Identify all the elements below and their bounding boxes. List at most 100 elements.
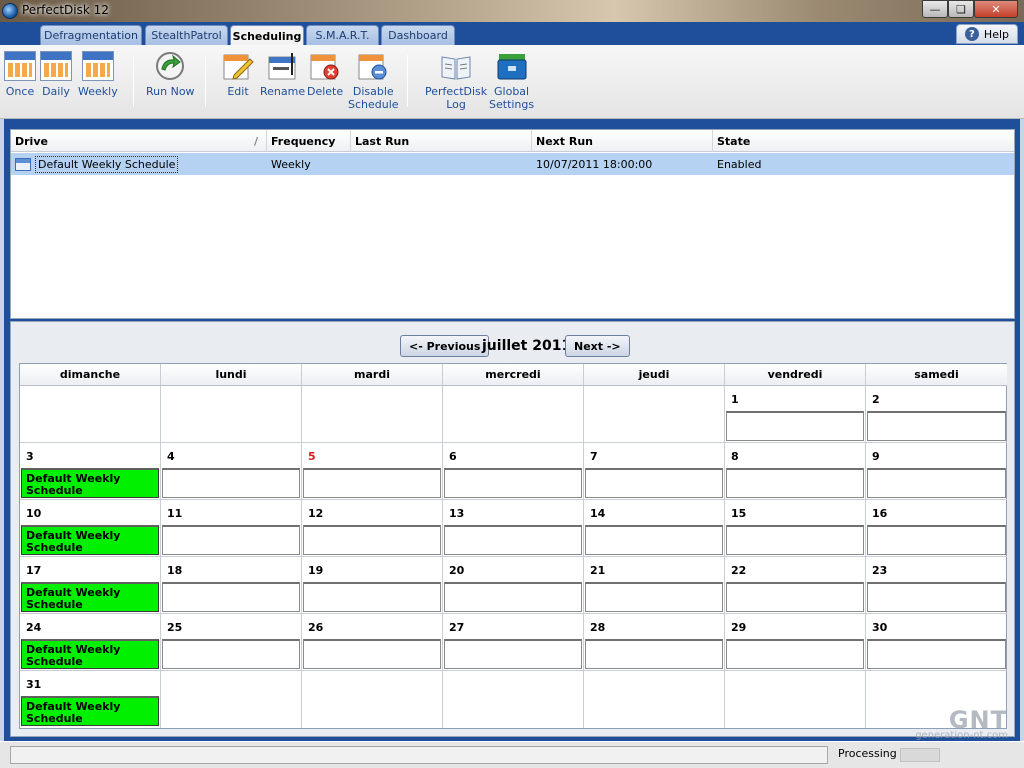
day-slot[interactable] — [585, 639, 723, 669]
day-slot[interactable] — [162, 468, 300, 498]
disable-schedule-button[interactable]: Disable Schedule — [348, 51, 399, 111]
next-month-button[interactable]: Next -> — [565, 335, 630, 357]
calendar-empty-cell — [161, 386, 302, 443]
day-slot[interactable] — [585, 468, 723, 498]
settings-toolbox-icon — [496, 51, 528, 81]
day-slot[interactable] — [726, 411, 864, 441]
calendar-day[interactable]: 2 — [866, 386, 1007, 443]
calendar-day[interactable]: 21 — [584, 557, 725, 614]
tab-scheduling[interactable]: Scheduling — [230, 25, 304, 46]
tab-dashboard[interactable]: Dashboard — [381, 25, 455, 45]
rename-label: Rename — [260, 85, 306, 98]
schedule-event[interactable]: Default Weekly Schedule — [21, 468, 159, 498]
previous-month-button[interactable]: <- Previous — [400, 335, 490, 357]
perfectdisk-log-button[interactable]: PerfectDisk Log — [425, 51, 487, 111]
calendar-day[interactable]: 26 — [302, 614, 443, 671]
day-number: 28 — [590, 621, 606, 634]
delete-icon — [309, 51, 341, 81]
calendar-day[interactable]: 22 — [725, 557, 866, 614]
schedule-event[interactable]: Default Weekly Schedule — [21, 696, 159, 726]
calendar-day[interactable]: 24 Default Weekly Schedule — [20, 614, 161, 671]
day-slot[interactable] — [444, 468, 582, 498]
column-next-run[interactable]: Next Run — [532, 130, 713, 152]
day-slot[interactable] — [303, 468, 441, 498]
calendar-day[interactable]: 28 — [584, 614, 725, 671]
rename-button[interactable]: Rename — [260, 51, 305, 98]
tab-defragmentation[interactable]: Defragmentation — [40, 25, 142, 45]
calendar-day[interactable]: 7 — [584, 443, 725, 500]
calendar-day[interactable]: 4 — [161, 443, 302, 500]
calendar-day[interactable]: 16 — [866, 500, 1007, 557]
run-now-button[interactable]: Run Now — [146, 51, 195, 98]
calendar-day[interactable]: 30 — [866, 614, 1007, 671]
calendar-day[interactable]: 15 — [725, 500, 866, 557]
day-header-sunday: dimanche — [20, 364, 161, 386]
day-slot[interactable] — [444, 582, 582, 612]
calendar-once-icon — [4, 51, 36, 81]
calendar-day[interactable]: 11 — [161, 500, 302, 557]
day-slot[interactable] — [444, 639, 582, 669]
calendar-weekly-icon — [81, 51, 114, 81]
calendar-day[interactable]: 27 — [443, 614, 584, 671]
calendar-day[interactable]: 25 — [161, 614, 302, 671]
edit-button[interactable]: Edit — [222, 51, 254, 98]
column-frequency[interactable]: Frequency — [267, 130, 351, 152]
day-slot[interactable] — [867, 582, 1006, 612]
calendar-day[interactable]: 18 — [161, 557, 302, 614]
calendar-day[interactable]: 6 — [443, 443, 584, 500]
calendar-day[interactable]: 19 — [302, 557, 443, 614]
day-slot[interactable] — [585, 582, 723, 612]
once-button[interactable]: Once — [4, 51, 36, 98]
calendar-day[interactable]: 29 — [725, 614, 866, 671]
day-slot[interactable] — [303, 525, 441, 555]
minimize-button[interactable]: — — [922, 0, 948, 18]
column-state[interactable]: State — [713, 130, 1015, 152]
day-slot[interactable] — [867, 411, 1006, 441]
tab-stealthpatrol[interactable]: StealthPatrol — [145, 25, 228, 45]
calendar-day[interactable]: 12 — [302, 500, 443, 557]
day-slot[interactable] — [867, 525, 1006, 555]
calendar-day[interactable]: 20 — [443, 557, 584, 614]
calendar-day[interactable]: 1 — [725, 386, 866, 443]
schedule-event[interactable]: Default Weekly Schedule — [21, 639, 159, 669]
tab-smart[interactable]: S.M.A.R.T. — [306, 25, 379, 45]
calendar-day-today[interactable]: 5 — [302, 443, 443, 500]
day-slot[interactable] — [162, 639, 300, 669]
day-slot[interactable] — [444, 525, 582, 555]
calendar-day[interactable]: 17 Default Weekly Schedule — [20, 557, 161, 614]
calendar-day[interactable]: 3 Default Weekly Schedule — [20, 443, 161, 500]
calendar-day[interactable]: 13 — [443, 500, 584, 557]
weekly-button[interactable]: Weekly — [78, 51, 118, 98]
day-slot[interactable] — [867, 639, 1006, 669]
day-slot[interactable] — [726, 582, 864, 612]
day-slot[interactable] — [726, 525, 864, 555]
table-row[interactable]: Default Weekly Schedule Weekly 10/07/201… — [11, 153, 1014, 175]
help-button[interactable]: ? Help — [955, 24, 1018, 44]
column-last-run[interactable]: Last Run — [351, 130, 532, 152]
delete-button[interactable]: Delete — [307, 51, 343, 98]
calendar-day[interactable]: 9 — [866, 443, 1007, 500]
day-slot[interactable] — [162, 525, 300, 555]
schedule-event[interactable]: Default Weekly Schedule — [21, 525, 159, 555]
daily-button[interactable]: Daily — [40, 51, 72, 98]
drive-name: Default Weekly Schedule — [35, 155, 179, 173]
day-slot[interactable] — [726, 468, 864, 498]
disable-label-1: Disable — [352, 85, 394, 98]
day-slot[interactable] — [303, 582, 441, 612]
day-slot[interactable] — [162, 582, 300, 612]
day-slot[interactable] — [726, 639, 864, 669]
day-slot[interactable] — [303, 639, 441, 669]
calendar-day[interactable]: 8 — [725, 443, 866, 500]
calendar-day[interactable]: 10 Default Weekly Schedule — [20, 500, 161, 557]
day-slot[interactable] — [585, 525, 723, 555]
global-settings-button[interactable]: Global Settings — [489, 51, 534, 111]
column-drive[interactable]: Drive / — [11, 130, 267, 152]
calendar-day[interactable]: 14 — [584, 500, 725, 557]
day-slot[interactable] — [867, 468, 1006, 498]
calendar-day[interactable]: 23 — [866, 557, 1007, 614]
calendar-day[interactable]: 31 Default Weekly Schedule — [20, 671, 161, 728]
schedule-event[interactable]: Default Weekly Schedule — [21, 582, 159, 612]
close-button[interactable]: ✕ — [974, 0, 1018, 18]
day-number: 8 — [731, 450, 739, 463]
maximize-button[interactable]: ❏ — [948, 0, 974, 18]
